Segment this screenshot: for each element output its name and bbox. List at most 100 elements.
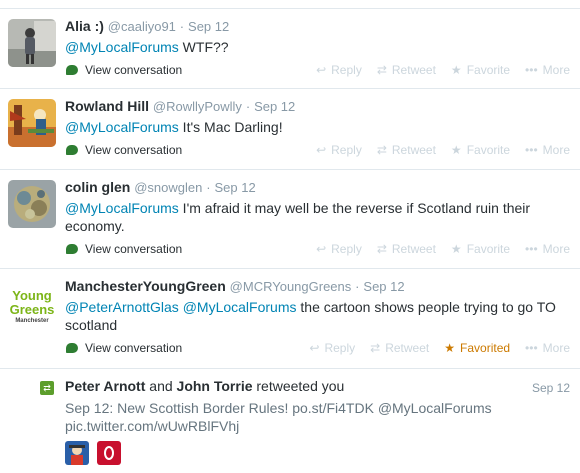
tweet-header: colin glen @snowglen · Sep 12: [65, 178, 570, 197]
username[interactable]: @MCRYoungGreens: [230, 279, 352, 294]
timestamp[interactable]: Sep 12: [188, 19, 229, 34]
reply-label: Reply: [331, 242, 362, 256]
tweet-actions: View conversation ↩ Reply ⇄ Retweet ★ Favor…: [65, 139, 570, 161]
view-conversation-link[interactable]: View conversation: [65, 63, 182, 77]
retweet-notification[interactable]: ⇄ Sep 12 Peter Arnott and John Torrie re…: [0, 369, 580, 469]
reply-label: Reply: [331, 143, 362, 157]
favorite-label: Favorite: [466, 63, 511, 77]
tweet-body: Sep 12: New Scottish Border Rules! po.st…: [65, 400, 378, 416]
favorite-label: Favorited: [460, 341, 511, 355]
reply-icon: ↩: [316, 63, 327, 77]
retweet-button[interactable]: ⇄ Retweet: [377, 242, 436, 256]
more-label: More: [542, 63, 570, 77]
tweet-actions: View conversation ↩ Reply ⇄ Retweet ★ Favor…: [65, 337, 570, 359]
retweet-label: Retweet: [391, 242, 436, 256]
retweet-label: Retweet: [391, 143, 436, 157]
conversation-icon: [66, 65, 78, 75]
conversation-icon: [66, 244, 78, 254]
reply-button[interactable]: ↩ Reply: [316, 63, 362, 77]
retweet-button[interactable]: ⇄ Retweet: [377, 63, 436, 77]
retweeter-avatars: [65, 441, 570, 465]
avatar[interactable]: [8, 99, 56, 147]
retweeter-name[interactable]: John Torrie: [177, 378, 253, 394]
username[interactable]: @caaliyo91: [108, 19, 176, 34]
more-icon: •••: [525, 242, 538, 256]
favorite-button[interactable]: ★ Favorite: [451, 63, 510, 77]
retweet-icon: ⇄: [370, 341, 381, 355]
more-icon: •••: [525, 63, 538, 77]
retweet-label: Retweet: [385, 341, 430, 355]
retweet-button[interactable]: ⇄ Retweet: [377, 143, 436, 157]
reply-button[interactable]: ↩ Reply: [309, 341, 355, 355]
separator-dot: ·: [245, 99, 251, 114]
reply-label: Reply: [324, 341, 356, 355]
fullname[interactable]: Rowland Hill: [65, 98, 149, 114]
tweet-text: @MyLocalForums It's Mac Darling!: [65, 118, 570, 136]
top-divider: [0, 0, 580, 9]
timestamp[interactable]: Sep 12: [363, 279, 404, 294]
tweet-body: It's Mac Darling!: [178, 119, 283, 135]
view-conversation-link[interactable]: View conversation: [65, 242, 182, 256]
avatar[interactable]: [65, 441, 89, 465]
mention-link[interactable]: @MyLocalForums: [378, 400, 492, 416]
fullname[interactable]: Alia :): [65, 18, 104, 34]
avatar[interactable]: [8, 180, 56, 228]
retweet-icon: ⇄: [40, 381, 54, 395]
favorite-button[interactable]: ★ Favorite: [451, 143, 510, 157]
logo-text: Manchester: [15, 318, 49, 324]
star-icon: ★: [450, 242, 462, 256]
timestamp[interactable]: Sep 12: [532, 381, 570, 395]
separator-dot: ·: [206, 180, 211, 195]
pic-link[interactable]: pic.twitter.com/wUwRBlFVhj: [65, 418, 239, 434]
mention-link[interactable]: @MyLocalForums: [65, 39, 179, 55]
star-icon: ★: [444, 341, 456, 355]
more-button[interactable]: ••• More: [525, 242, 570, 256]
mention-link[interactable]: @PeterArnottGlas: [65, 299, 179, 315]
avatar[interactable]: [97, 441, 121, 465]
username[interactable]: @RowllyPowlly: [153, 99, 242, 114]
fullname[interactable]: colin glen: [65, 179, 130, 195]
avatar[interactable]: Young Greens Manchester: [8, 283, 56, 331]
separator-dot: ·: [179, 19, 185, 34]
more-icon: •••: [525, 341, 538, 355]
retweet-button[interactable]: ⇄ Retweet: [370, 341, 429, 355]
reply-button[interactable]: ↩ Reply: [316, 242, 362, 256]
retweeter-name[interactable]: Peter Arnott: [65, 378, 145, 394]
conversation-icon: [66, 145, 78, 155]
separator-dot: ·: [355, 279, 360, 294]
more-button[interactable]: ••• More: [525, 143, 570, 157]
more-label: More: [542, 341, 570, 355]
notification-title: Peter Arnott and John Torrie retweeted y…: [65, 377, 570, 395]
more-label: More: [542, 242, 570, 256]
mention-link[interactable]: @MyLocalForums: [65, 200, 179, 216]
favorited-button[interactable]: ★ Favorited: [444, 341, 510, 355]
fullname[interactable]: ManchesterYoungGreen: [65, 278, 226, 294]
avatar[interactable]: [8, 19, 56, 67]
timestamp[interactable]: Sep 12: [254, 99, 295, 114]
more-label: More: [542, 143, 570, 157]
tweet-actions: View conversation ↩ Reply ⇄ Retweet ★ Favor…: [65, 238, 570, 260]
tweet-item[interactable]: colin glen @snowglen · Sep 12 @MyLocalFo…: [0, 170, 580, 269]
more-button[interactable]: ••• More: [525, 341, 570, 355]
reply-icon: ↩: [309, 341, 320, 355]
mention-link[interactable]: @MyLocalForums: [65, 119, 179, 135]
username[interactable]: @snowglen: [134, 180, 202, 195]
view-conversation-link[interactable]: View conversation: [65, 143, 182, 157]
tweet-text: @MyLocalForums I'm afraid it may well be…: [65, 199, 570, 235]
star-icon: ★: [450, 63, 462, 77]
reply-button[interactable]: ↩ Reply: [316, 143, 362, 157]
tweet-item[interactable]: Rowland Hill @RowllyPowlly · Sep 12 @MyL…: [0, 89, 580, 170]
retweet-label: Retweet: [391, 63, 436, 77]
tweet-item[interactable]: Young Greens Manchester ManchesterYoungG…: [0, 269, 580, 369]
reply-icon: ↩: [316, 242, 327, 256]
more-button[interactable]: ••• More: [525, 63, 570, 77]
mention-link[interactable]: @MyLocalForums: [183, 299, 297, 315]
view-conversation-link[interactable]: View conversation: [65, 341, 182, 355]
view-conversation-label: View conversation: [85, 242, 183, 256]
tweet-text: @MyLocalForums WTF??: [65, 38, 570, 56]
reply-icon: ↩: [316, 143, 327, 157]
tweet-item[interactable]: Alia :) @caaliyo91 · Sep 12 @MyLocalForu…: [0, 9, 580, 89]
favorite-button[interactable]: ★ Favorite: [451, 242, 510, 256]
reply-label: Reply: [331, 63, 362, 77]
timestamp[interactable]: Sep 12: [214, 180, 255, 195]
